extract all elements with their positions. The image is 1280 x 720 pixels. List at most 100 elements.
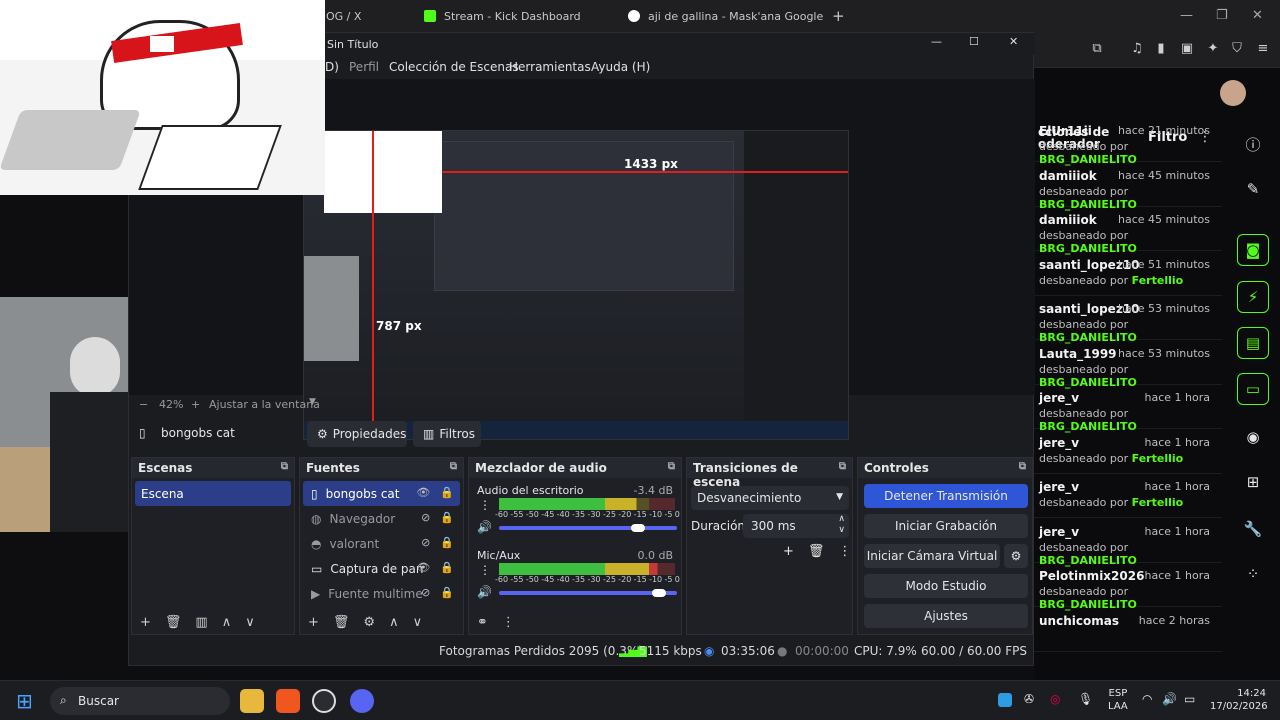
new-tab-button[interactable]: + [832, 0, 845, 32]
settings-button[interactable]: Ajustes [864, 604, 1028, 628]
menu-item-profile[interactable]: Perfil [349, 60, 379, 74]
transition-select[interactable]: Desvanecimiento ▼ [691, 486, 849, 510]
eye-hidden-icon[interactable]: ⊘ [421, 536, 430, 549]
close-icon[interactable]: ✕ [1252, 8, 1263, 23]
trash-icon[interactable]: 🗑 [333, 615, 350, 630]
volume-knob[interactable] [630, 524, 645, 532]
moderator-action-row[interactable]: Lauta_1999 hace 53 minutos desbaneado por … [1034, 341, 1222, 389]
brave-icon[interactable] [276, 689, 300, 713]
username[interactable]: jere_v [1039, 480, 1079, 494]
username[interactable]: Pelotinmix2026 [1039, 569, 1144, 583]
zoom-in-button[interactable]: + [191, 398, 200, 411]
link-icon[interactable]: ⚭ [477, 615, 488, 630]
language-indicator[interactable]: ESP LAA [1108, 687, 1128, 713]
obs-icon[interactable] [312, 689, 336, 713]
eye-icon[interactable]: 👁 [416, 561, 430, 574]
popout-icon[interactable]: ⧉ [450, 461, 457, 472]
moderator-action-row[interactable]: jere_v hace 1 hora desbaneado por Fertelli… [1034, 474, 1222, 518]
volume-knob[interactable] [652, 589, 667, 597]
moderator-action-row[interactable]: damiiiok hace 45 minutos desbaneado por BR… [1034, 207, 1222, 255]
tab-x[interactable]: OG / X [326, 0, 361, 32]
tray-icon[interactable]: ✇ [1024, 692, 1034, 706]
moderator-name[interactable]: Fertellio [1132, 496, 1184, 509]
source-item-bongobs-cat[interactable]: ▯ bongobs cat 👁 🔒 [303, 481, 460, 506]
moderator-name[interactable]: Fertellio [1132, 452, 1184, 465]
volume-icon[interactable]: 🔊 [1162, 692, 1177, 706]
moderator-action-row[interactable]: unchicomas hace 2 horas [1034, 608, 1222, 652]
lock-icon[interactable]: 🔒 [440, 536, 454, 549]
stepper-icon[interactable]: ∧ ∨ [838, 514, 845, 536]
edit-icon[interactable]: ✎ [1237, 173, 1269, 205]
more-icon[interactable]: ⋮ [838, 544, 851, 559]
chevron-up-icon[interactable]: ∧ [222, 615, 232, 630]
username[interactable]: unchicomas [1039, 614, 1119, 628]
volume-slider[interactable] [499, 591, 677, 595]
username[interactable]: damiiiok [1039, 169, 1097, 183]
more-icon[interactable]: ⋮ [502, 615, 515, 630]
minimize-icon[interactable]: — [931, 35, 942, 48]
speaker-icon[interactable]: 🔊 [477, 520, 492, 534]
menu-item-help[interactable]: Ayuda (H) [591, 60, 650, 74]
windows-start-icon[interactable]: ⊞ [16, 689, 33, 713]
tab-kick-dashboard[interactable]: Stream - Kick Dashboard [424, 0, 581, 32]
tab-google[interactable]: aji de gallina - Mask'ana Google [628, 0, 823, 32]
lock-icon[interactable]: 🔒 [440, 511, 454, 524]
broadcast-icon[interactable]: ◉ [1237, 421, 1269, 453]
avatar[interactable] [1220, 80, 1246, 106]
dots-icon[interactable]: ⁘ [1237, 558, 1269, 590]
fit-window-button[interactable]: Ajustar a la ventana [209, 398, 320, 411]
popout-icon[interactable]: ⧉ [281, 461, 288, 472]
notes-icon[interactable]: ▤ [1237, 327, 1269, 359]
file-explorer-icon[interactable] [240, 689, 264, 713]
more-icon[interactable]: ⋮ [479, 498, 491, 512]
moderator-action-row[interactable]: jere_v hace 1 hora desbaneado por BRG_DANI… [1034, 385, 1222, 433]
moderator-action-row[interactable]: damiiiok hace 45 minutos desbaneado por BR… [1034, 163, 1222, 211]
source-item-browser[interactable]: ◍ Navegador ⊘ 🔒 [303, 506, 460, 531]
username[interactable]: damiiiok [1039, 213, 1097, 227]
clock[interactable]: 14:24 17/02/2026 [1210, 687, 1268, 713]
wrench-icon[interactable]: 🔧 [1237, 513, 1269, 545]
username[interactable]: jere_v [1039, 525, 1079, 539]
ai-icon[interactable]: ✦ [1206, 42, 1220, 56]
chevron-down-icon[interactable]: ▼ [309, 397, 316, 407]
add-icon[interactable]: + [308, 615, 319, 630]
menu-item-scene-collection[interactable]: Colección de Escenas [389, 60, 519, 74]
trash-icon[interactable]: 🗑 [165, 615, 182, 630]
layout-icon[interactable]: ⊞ [1237, 466, 1269, 498]
eye-hidden-icon[interactable]: ⊘ [421, 511, 430, 524]
moderator-action-row[interactable]: saanti_lopez10 hace 53 minutos desbaneado … [1034, 296, 1222, 344]
add-icon[interactable]: + [140, 615, 151, 630]
bolt-icon[interactable]: ⚡ [1237, 281, 1269, 313]
properties-button[interactable]: ⚙ Propiedades [307, 421, 407, 447]
eye-hidden-icon[interactable]: ⊘ [421, 586, 430, 599]
maximize-icon[interactable]: ☐ [969, 35, 979, 48]
trash-icon[interactable]: 🗑 [808, 544, 825, 559]
moderator-action-row[interactable]: saanti_lopez10 hace 51 minutos desbaneado … [1034, 252, 1222, 296]
source-item-screen-capture[interactable]: ▭ Captura de pan 👁 🔒 [303, 556, 460, 581]
tray-icon[interactable]: ◎ [1050, 692, 1060, 706]
popout-icon[interactable]: ⧉ [839, 461, 846, 472]
popout-icon[interactable]: ⧉ [668, 461, 675, 472]
chat-icon[interactable]: ▭ [1237, 373, 1269, 405]
moderator-action-row[interactable]: jere_v hace 1 hora desbaneado por BRG_DANI… [1034, 519, 1222, 567]
music-icon[interactable]: ♫ [1130, 42, 1144, 56]
lock-icon[interactable]: 🔒 [440, 561, 454, 574]
maximize-icon[interactable]: ❐ [1216, 8, 1228, 23]
chevron-down-icon[interactable]: ∨ [413, 615, 423, 630]
eye-icon[interactable]: 👁 [416, 486, 430, 499]
username[interactable]: ElUr11ii [1039, 124, 1092, 138]
zoom-out-button[interactable]: − [139, 398, 148, 411]
info-icon[interactable]: ⓘ [1237, 128, 1269, 160]
gear-icon[interactable]: ⚙ [363, 615, 375, 630]
minimize-icon[interactable]: — [1180, 8, 1193, 23]
program-preview[interactable]: 1433 px 787 px [303, 130, 849, 440]
menu-icon[interactable]: ≡ [1256, 42, 1270, 56]
speaker-icon[interactable]: 🔊 [477, 585, 492, 599]
tray-app-icon[interactable] [998, 693, 1012, 707]
taskbar-search[interactable]: ⌕ Buscar [50, 687, 230, 715]
moderator-action-row[interactable]: ElUr11ii hace 21 minutos desbaneado por BR… [1034, 118, 1222, 166]
chevron-down-icon[interactable]: ∨ [245, 615, 255, 630]
username[interactable]: jere_v [1039, 436, 1079, 450]
start-virtual-camera-button[interactable]: Iniciar Cámara Virtual [864, 544, 1000, 568]
lock-icon[interactable]: 🔒 [440, 586, 454, 599]
